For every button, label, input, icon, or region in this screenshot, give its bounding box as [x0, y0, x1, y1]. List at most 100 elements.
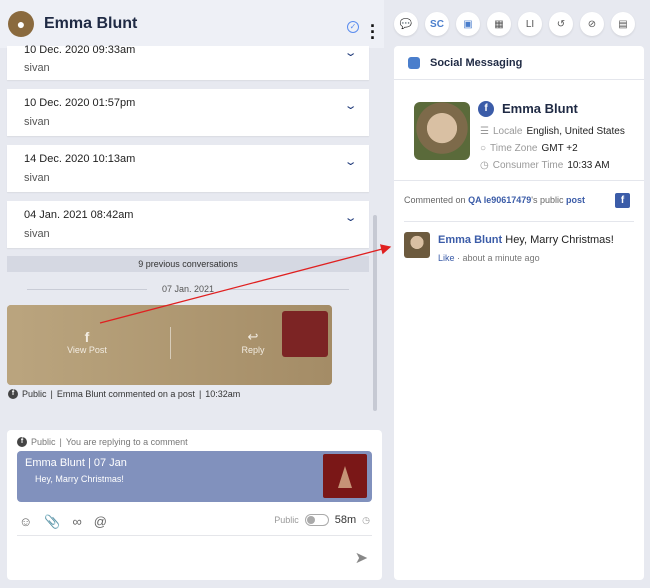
consumer-time-row: ◷ Consumer Time 10:33 AM	[480, 160, 610, 171]
commenter-avatar	[404, 232, 430, 258]
conversation-list: 10 Dec. 2020 09:33am sivan ⌄ 10 Dec. 202…	[7, 44, 369, 257]
composer-context: You are replying to a comment	[65, 437, 188, 447]
conversation-date: 10 Dec. 2020 01:57pm	[24, 97, 136, 109]
attachment-icon[interactable]: 📎	[44, 514, 60, 530]
composer-controls: Public 58m ◷	[274, 514, 370, 526]
previous-conversations-bar[interactable]: 9 previous conversations	[7, 256, 369, 272]
facebook-icon: f	[615, 193, 630, 208]
comment-author[interactable]: Emma Blunt	[438, 234, 502, 246]
sc-icon[interactable]: SC	[425, 12, 449, 36]
commented-prefix: Commented on	[404, 195, 466, 205]
more-options-icon[interactable]: ...	[370, 12, 375, 42]
profile-photo	[414, 102, 470, 160]
chevron-down-icon[interactable]: ⌄	[343, 155, 357, 168]
facebook-icon: f	[8, 389, 18, 399]
comment-text-line: Emma Blunt Hey, Marry Christmas!	[438, 234, 614, 246]
chevron-down-icon[interactable]: ⌄	[343, 46, 357, 59]
locale-icon: ☰	[480, 126, 489, 137]
consumer-time-value: 10:33 AM	[567, 160, 610, 171]
composer-meta: f Public | You are replying to a comment	[17, 437, 188, 447]
conversation-pane: ● Emma Blunt ✓ ... 10 Dec. 2020 09:33am …	[0, 0, 384, 588]
conversation-date: 10 Dec. 2020 09:33am	[24, 44, 136, 56]
divider	[404, 221, 634, 222]
divider	[394, 180, 644, 181]
reply-composer: f Public | You are replying to a comment…	[7, 430, 382, 580]
separator: |	[50, 389, 53, 399]
composer-tools: ☺ 📎 ∞ @	[19, 514, 107, 530]
social-messaging-icon	[408, 56, 420, 69]
post-link[interactable]: post	[566, 195, 585, 205]
reply-button[interactable]: ↩ Reply	[233, 329, 273, 355]
link-icon[interactable]: ∞	[72, 514, 81, 530]
timezone-label: Time Zone	[490, 143, 538, 154]
toggle-label: Public	[274, 515, 299, 525]
post-visibility: Public	[22, 389, 47, 399]
response-timer: 58m	[334, 514, 357, 526]
facebook-icon: f	[478, 101, 494, 117]
post-card: f View Post ↩ Reply	[7, 305, 332, 385]
quoted-comment: Emma Blunt | 07 Jan Hey, Marry Christmas…	[17, 451, 372, 502]
date-separator: 07 Jan. 2021	[7, 284, 369, 294]
clock-icon: ◷	[480, 160, 489, 171]
li-icon[interactable]: LI	[518, 12, 542, 36]
conversation-user: sivan	[24, 116, 50, 128]
conversation-user: sivan	[24, 228, 50, 240]
locale-row: ☰ Locale English, United States	[480, 126, 625, 137]
chat-bubble-icon[interactable]: 💬	[394, 12, 418, 36]
globe-icon: ○	[480, 143, 487, 154]
clock-icon: ◷	[362, 514, 370, 525]
paw-avatar-icon: ●	[8, 11, 34, 37]
commented-middle: 's public	[531, 195, 564, 205]
divider	[170, 327, 171, 359]
reply-label: Reply	[241, 345, 265, 355]
profile-name: Emma Blunt	[502, 101, 578, 116]
separator: |	[198, 389, 202, 399]
panel-title: Social Messaging	[430, 56, 523, 69]
comment-text: Hey, Marry Christmas!	[505, 234, 614, 246]
conversation-item[interactable]: 10 Dec. 2020 01:57pm sivan ⌄	[7, 89, 369, 136]
like-link[interactable]: Like	[438, 253, 455, 263]
quote-thumbnail	[323, 454, 367, 498]
page-link[interactable]: QA le90617479	[468, 195, 531, 205]
chevron-down-icon[interactable]: ⌄	[343, 211, 357, 224]
post-meta: f Public | Emma Blunt commented on a pos…	[8, 389, 240, 399]
locale-value: English, United States	[526, 126, 625, 137]
facebook-icon: f	[17, 437, 27, 447]
divider	[17, 535, 372, 536]
commented-on-line: Commented on QA le90617479's public post	[404, 195, 585, 205]
separator: |	[59, 437, 62, 447]
quote-title: Emma Blunt | 07 Jan	[25, 457, 127, 469]
panel-header: Social Messaging	[394, 46, 644, 80]
conversation-item[interactable]: 14 Dec. 2020 10:13am sivan ⌄	[7, 145, 369, 192]
consumer-time-label: Consumer Time	[492, 160, 564, 171]
conversation-item[interactable]: 04 Jan. 2021 08:42am sivan ⌄	[7, 201, 369, 248]
mention-icon[interactable]: @	[94, 514, 107, 530]
emoji-icon[interactable]: ☺	[19, 514, 32, 530]
post-meta-time: 10:32am	[205, 389, 241, 399]
timezone-row: ○ Time Zone GMT +2	[480, 143, 578, 154]
side-icon-bar: 💬 SC ▣ ▦ LI ↺ ⊘ ▤	[394, 12, 635, 36]
building-icon[interactable]: ▦	[487, 12, 511, 36]
timezone-value: GMT +2	[541, 143, 578, 154]
post-meta-text: Emma Blunt commented on a post	[56, 389, 195, 399]
send-icon[interactable]: ➤	[355, 548, 368, 568]
composer-visibility: Public	[31, 437, 56, 447]
social-messaging-panel: Social Messaging f Emma Blunt ☰ Locale E…	[394, 46, 644, 580]
verified-check-icon[interactable]: ✓	[347, 21, 359, 33]
comment-time: about a minute ago	[462, 253, 540, 263]
conversation-user: sivan	[24, 172, 50, 184]
compass-icon[interactable]: ⊘	[580, 12, 604, 36]
conversation-header: ● Emma Blunt	[0, 0, 384, 48]
id-card-icon[interactable]: ▣	[456, 12, 480, 36]
contact-name: Emma Blunt	[44, 15, 138, 32]
conversation-user: sivan	[24, 62, 50, 74]
chevron-down-icon[interactable]: ⌄	[343, 99, 357, 112]
view-post-label: View Post	[67, 345, 107, 355]
post-thumbnail	[282, 311, 328, 357]
clipboard-icon[interactable]: ▤	[611, 12, 635, 36]
public-toggle[interactable]	[304, 514, 329, 526]
history-icon[interactable]: ↺	[549, 12, 573, 36]
view-post-button[interactable]: f View Post	[67, 329, 107, 355]
scrollbar[interactable]	[373, 215, 377, 411]
conversation-item[interactable]: 10 Dec. 2020 09:33am sivan ⌄	[7, 44, 369, 80]
